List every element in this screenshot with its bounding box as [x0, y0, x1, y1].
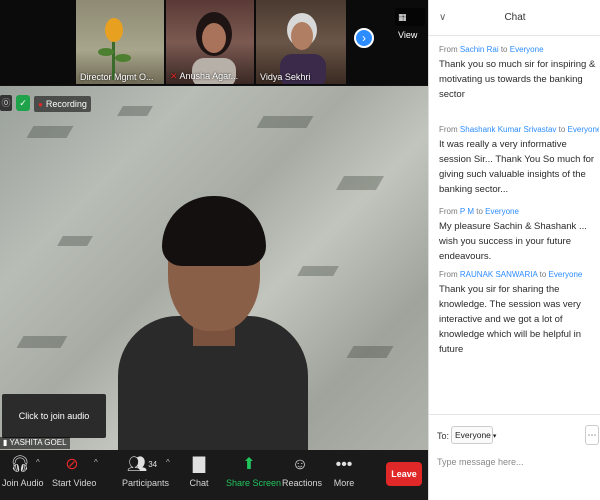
view-button[interactable]: ▦ View: [395, 8, 425, 40]
participants-button[interactable]: 👥︎34 Participants: [122, 454, 169, 498]
message-sender[interactable]: Sachin Rai: [460, 45, 499, 54]
chat-header: ∨ Chat: [429, 0, 600, 36]
message-sender[interactable]: RAUNAK SANWARIA: [460, 270, 538, 279]
share-arrow-icon: ⬆: [242, 456, 256, 473]
reactions-button[interactable]: ☺ Reactions: [282, 454, 322, 498]
leave-button[interactable]: Leave: [386, 462, 422, 486]
grid-icon: ▦: [398, 12, 407, 22]
message-recipient[interactable]: Everyone: [485, 207, 519, 216]
message-sender[interactable]: P M: [460, 207, 474, 216]
mic-muted-icon: ✕: [170, 71, 178, 81]
smiley-icon: ☺: [291, 456, 309, 473]
people-icon: 👥︎: [126, 456, 148, 473]
chevron-up-icon[interactable]: ^: [36, 458, 40, 467]
chat-bubble-icon: ▇: [192, 456, 206, 473]
message-text: It was really a very informative session…: [439, 139, 595, 195]
chat-panel: ∨ Chat From Sachin Rai to Everyone Thank…: [428, 0, 600, 500]
person-hair: [162, 196, 266, 266]
wall-pattern: [346, 346, 394, 358]
recording-dot-icon: ●: [38, 100, 43, 109]
start-video-button[interactable]: ⊘ Start Video: [52, 454, 96, 498]
join-audio-button[interactable]: 🎧︎ Join Audio: [2, 454, 44, 498]
wall-pattern: [16, 336, 68, 348]
chat-footer: To: Everyone ▾ ⋯: [429, 414, 600, 500]
shield-check-icon[interactable]: ✓: [16, 95, 30, 111]
video-area: Director Mgmt O... ✕ Anusha Agar... Vidya…: [0, 0, 428, 450]
wall-pattern: [117, 106, 153, 116]
chat-message: From Shashank Kumar Srivastav to Everyon…: [439, 124, 599, 197]
chat-title: Chat: [504, 12, 526, 23]
wall-pattern: [297, 266, 339, 276]
message-recipient[interactable]: Everyone: [549, 270, 583, 279]
to-label: To:: [437, 431, 450, 441]
participant-name: Vidya Sekhri: [260, 72, 311, 82]
message-text: Thank you sir for sharing the knowledge.…: [439, 284, 582, 355]
message-text: Thank you so much sir for inspiring & mo…: [439, 59, 596, 100]
recipient-select[interactable]: Everyone ▾: [451, 426, 497, 444]
message-text: My pleasure Sachin & Shashank ... wish y…: [439, 221, 587, 262]
ellipsis-icon: ⋯: [587, 430, 597, 440]
chat-messages: From Sachin Rai to Everyone Thank you so…: [429, 36, 600, 414]
chat-button[interactable]: ▇ Chat: [184, 454, 214, 498]
next-participants-button[interactable]: ›: [354, 28, 374, 48]
chat-message: From RAUNAK SANWARIA to Everyone Thank y…: [439, 269, 599, 357]
chat-message: From P M to Everyone My pleasure Sachin …: [439, 206, 599, 264]
message-sender[interactable]: Shashank Kumar Srivastav: [460, 125, 557, 134]
wall-pattern: [335, 176, 385, 190]
chat-message-input[interactable]: [437, 453, 595, 471]
participant-name: Director Mgmt O...: [80, 72, 154, 82]
participants-count: 34: [148, 460, 158, 469]
join-audio-popup[interactable]: Click to join audio: [2, 394, 106, 438]
info-icon[interactable]: ⓪: [0, 95, 12, 111]
wall-pattern: [256, 116, 314, 128]
chevron-down-icon: ▾: [490, 433, 497, 440]
headphones-icon: 🎧︎: [9, 456, 31, 473]
more-button[interactable]: ••• More: [330, 454, 358, 498]
participant-thumbnail[interactable]: Vidya Sekhri: [256, 0, 346, 84]
chat-message: From Sachin Rai to Everyone Thank you so…: [439, 44, 599, 102]
signal-icon: ▮: [3, 438, 8, 447]
recording-indicator[interactable]: ● Recording: [34, 96, 91, 112]
wall-pattern: [57, 236, 93, 246]
chat-more-button[interactable]: ⋯: [585, 425, 599, 445]
wall-pattern: [26, 126, 74, 138]
participant-name: Anusha Agar...: [179, 71, 239, 81]
meeting-toolbar: 🎧︎ Join Audio ^ ⊘ Start Video ^ 👥︎34 Par…: [0, 450, 428, 500]
message-recipient[interactable]: Everyone: [510, 45, 544, 54]
chevron-up-icon[interactable]: ^: [166, 458, 170, 467]
participant-thumbnail[interactable]: Director Mgmt O...: [76, 0, 164, 84]
chevron-right-icon: ›: [362, 31, 366, 45]
message-recipient[interactable]: Everyone: [568, 125, 599, 134]
chevron-up-icon[interactable]: ^: [94, 458, 98, 467]
participant-thumbnail[interactable]: ✕ Anusha Agar...: [166, 0, 254, 84]
active-speaker-name: ▮ YASHITA GOEL: [0, 437, 70, 449]
ellipsis-icon: •••: [335, 456, 353, 473]
video-off-icon: ⊘: [65, 456, 79, 473]
share-screen-button[interactable]: ⬆ Share Screen: [226, 454, 281, 498]
